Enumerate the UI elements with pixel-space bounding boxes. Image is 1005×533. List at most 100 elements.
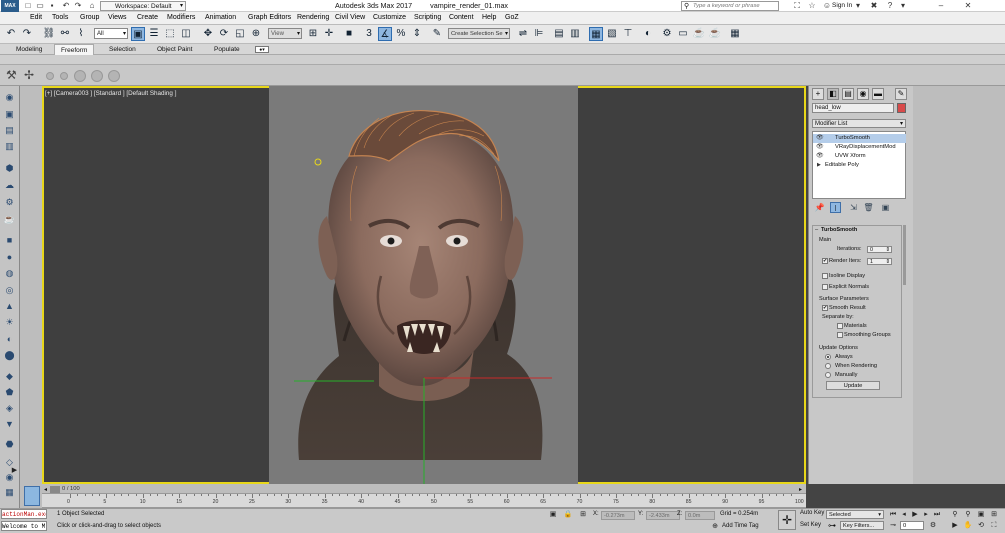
search-field[interactable]: ⚲ Type a keyword or phrase xyxy=(681,1,779,11)
orbit-icon[interactable]: ⟲ xyxy=(976,521,986,530)
remove-modifier-icon[interactable]: 🗑 xyxy=(863,202,874,213)
paint-deform-icon[interactable]: ⚒ xyxy=(6,68,17,82)
stack-item-editable-poly[interactable]: ▶ Editable Poly xyxy=(813,161,906,170)
isolate-selection-icon[interactable]: ▣ xyxy=(548,510,558,519)
stack-item-vraydisplacement[interactable]: 👁 VRayDisplacementMod xyxy=(813,143,906,152)
mini-curve-editor-icon[interactable] xyxy=(24,486,40,506)
menu-item-rendering[interactable]: Rendering xyxy=(297,14,329,21)
motion-tab-icon[interactable]: ◉ xyxy=(857,88,869,100)
absolute-mode-icon[interactable]: ⊞ xyxy=(578,510,588,519)
project-icon[interactable]: ⌂ xyxy=(86,1,98,11)
render-iters-spinner[interactable]: 1 ⇕ xyxy=(867,258,892,265)
shift-icon[interactable]: ✢ xyxy=(24,68,34,82)
tube-icon[interactable]: ◈ xyxy=(3,402,16,415)
object-name-field[interactable]: head_low xyxy=(812,103,894,113)
brush-strength-icon[interactable] xyxy=(60,72,68,80)
rollout-collapse-icon[interactable]: – xyxy=(815,227,818,233)
helper-icon[interactable]: ⬤ xyxy=(3,349,16,362)
menu-item-group[interactable]: Group xyxy=(80,14,99,21)
play-icon[interactable]: ▶ xyxy=(910,510,920,519)
eye-icon[interactable]: ◉ xyxy=(3,91,16,104)
help-icon[interactable]: ? xyxy=(884,1,896,11)
sphere-icon[interactable]: ● xyxy=(3,251,16,264)
select-manipulate-icon[interactable]: ✛ xyxy=(322,27,336,41)
menu-item-animation[interactable]: Animation xyxy=(205,14,236,21)
when-rendering-radio[interactable] xyxy=(825,363,831,369)
signin-link[interactable]: Sign In xyxy=(832,2,852,9)
maximize-viewport-icon[interactable]: ⛶ xyxy=(989,521,999,530)
brush-falloff-icon[interactable] xyxy=(74,70,86,82)
grid-icon[interactable]: ▦ xyxy=(3,486,16,499)
select-by-name-icon[interactable]: ☰ xyxy=(147,27,161,41)
menu-item-content[interactable]: Content xyxy=(449,14,474,21)
tab-object-paint[interactable]: Object Paint xyxy=(151,44,198,55)
key-icon[interactable]: ⊶ xyxy=(828,521,836,530)
stack-item-turbosmooth[interactable]: 👁 TurboSmooth xyxy=(813,134,906,143)
menu-item-edit[interactable]: Edit xyxy=(30,14,42,21)
favorites-icon[interactable]: ☆ xyxy=(806,1,818,11)
place-icon[interactable]: ⊕ xyxy=(249,27,263,41)
cylinder-icon[interactable]: ◍ xyxy=(3,267,16,280)
vampire-head-model[interactable] xyxy=(269,86,578,484)
modify-icon[interactable]: ▤ xyxy=(3,124,16,137)
hierarchy-tab-icon[interactable]: ▤ xyxy=(842,88,854,100)
goto-end-icon[interactable]: ⏭ xyxy=(932,510,942,519)
x-coord-field[interactable]: -0.273m xyxy=(601,511,635,520)
visibility-eye-icon[interactable]: 👁 xyxy=(816,152,824,161)
configure-modifier-icon[interactable]: ▣ xyxy=(880,202,891,213)
help-dropdown-icon[interactable]: ▾ xyxy=(897,1,909,11)
stack-item-uvw-xform[interactable]: 👁 UVW Xform xyxy=(813,152,906,161)
capsule-icon[interactable]: ⬣ xyxy=(3,438,16,451)
display-tab-icon[interactable]: ▬ xyxy=(872,88,884,100)
ribbon-options-icon[interactable]: ●▾ xyxy=(255,46,269,53)
rendered-frame-icon[interactable]: ▭ xyxy=(676,27,690,41)
smooth-result-checkbox[interactable]: ✔ xyxy=(822,305,828,311)
expand-arrow-icon[interactable]: ▶ xyxy=(817,161,821,170)
show-end-result-icon[interactable]: I xyxy=(830,202,841,213)
make-unique-icon[interactable]: ⇲ xyxy=(848,202,859,213)
goto-start-icon[interactable]: ⏮ xyxy=(888,510,898,519)
key-filters-button[interactable]: Key Filters... xyxy=(840,521,884,530)
cone-icon[interactable]: ▲ xyxy=(3,300,16,313)
menu-item-modifiers[interactable]: Modifiers xyxy=(167,14,195,21)
snap-3-icon[interactable]: 3 xyxy=(362,27,376,41)
zoom-icon[interactable]: ⚲ xyxy=(950,510,960,519)
prev-frame-icon[interactable]: ◂ xyxy=(899,510,909,519)
exchange-icon[interactable]: ✖ xyxy=(868,1,880,11)
materials-checkbox[interactable] xyxy=(837,323,843,329)
create-icon[interactable]: ▣ xyxy=(3,108,16,121)
set-key-button[interactable]: Set Key xyxy=(800,522,821,528)
selection-lock-icon[interactable]: 🔒 xyxy=(563,510,573,519)
update-button[interactable]: Update xyxy=(826,381,880,390)
open-file-icon[interactable]: ▭ xyxy=(34,1,46,11)
modifier-list-dropdown[interactable]: Modifier List ▾ xyxy=(812,119,906,128)
save-icon[interactable]: ▪ xyxy=(46,1,58,11)
tab-freeform[interactable]: Freeform xyxy=(54,44,95,55)
pivot-center-icon[interactable]: ⊞ xyxy=(306,27,320,41)
menu-item-create[interactable]: Create xyxy=(137,14,158,21)
zoom-extents-icon[interactable]: ▣ xyxy=(976,510,986,519)
menu-item-goz[interactable]: GoZ xyxy=(505,14,519,21)
isoline-checkbox[interactable] xyxy=(822,273,828,279)
frame-slider-thumb[interactable] xyxy=(50,486,60,493)
display-icon[interactable]: ☁ xyxy=(3,179,16,192)
infocenter-icon[interactable]: ⛶ xyxy=(791,1,803,11)
plane-icon[interactable]: ◆ xyxy=(3,370,16,383)
time-tag-icon[interactable]: ⊕ xyxy=(710,522,720,531)
angle-snap-icon[interactable]: ∡ xyxy=(378,27,392,41)
spinner-snap-icon[interactable]: ⇕ xyxy=(410,27,424,41)
motion-icon[interactable]: ⬢ xyxy=(3,162,16,175)
manually-radio[interactable] xyxy=(825,372,831,378)
time-slider[interactable] xyxy=(42,484,806,494)
auto-key-button[interactable]: Auto Key xyxy=(800,510,824,516)
menu-item-civil-view[interactable]: Civil View xyxy=(335,14,365,21)
render-setup-icon[interactable]: ⚙ xyxy=(660,27,674,41)
time-slider-prev-icon[interactable]: ◂ xyxy=(44,486,47,493)
mirror-icon[interactable]: ⇌ xyxy=(516,27,530,41)
tab-populate[interactable]: Populate xyxy=(208,44,246,55)
iterations-spinner[interactable]: 0 ⇕ xyxy=(867,246,892,253)
chevron-down-icon[interactable]: ▾ xyxy=(852,1,864,11)
move-icon[interactable]: ✥ xyxy=(201,27,215,41)
maxscript-listener-line[interactable]: actionMan.exe xyxy=(1,509,47,519)
undo-icon[interactable]: ↶ xyxy=(60,1,72,11)
